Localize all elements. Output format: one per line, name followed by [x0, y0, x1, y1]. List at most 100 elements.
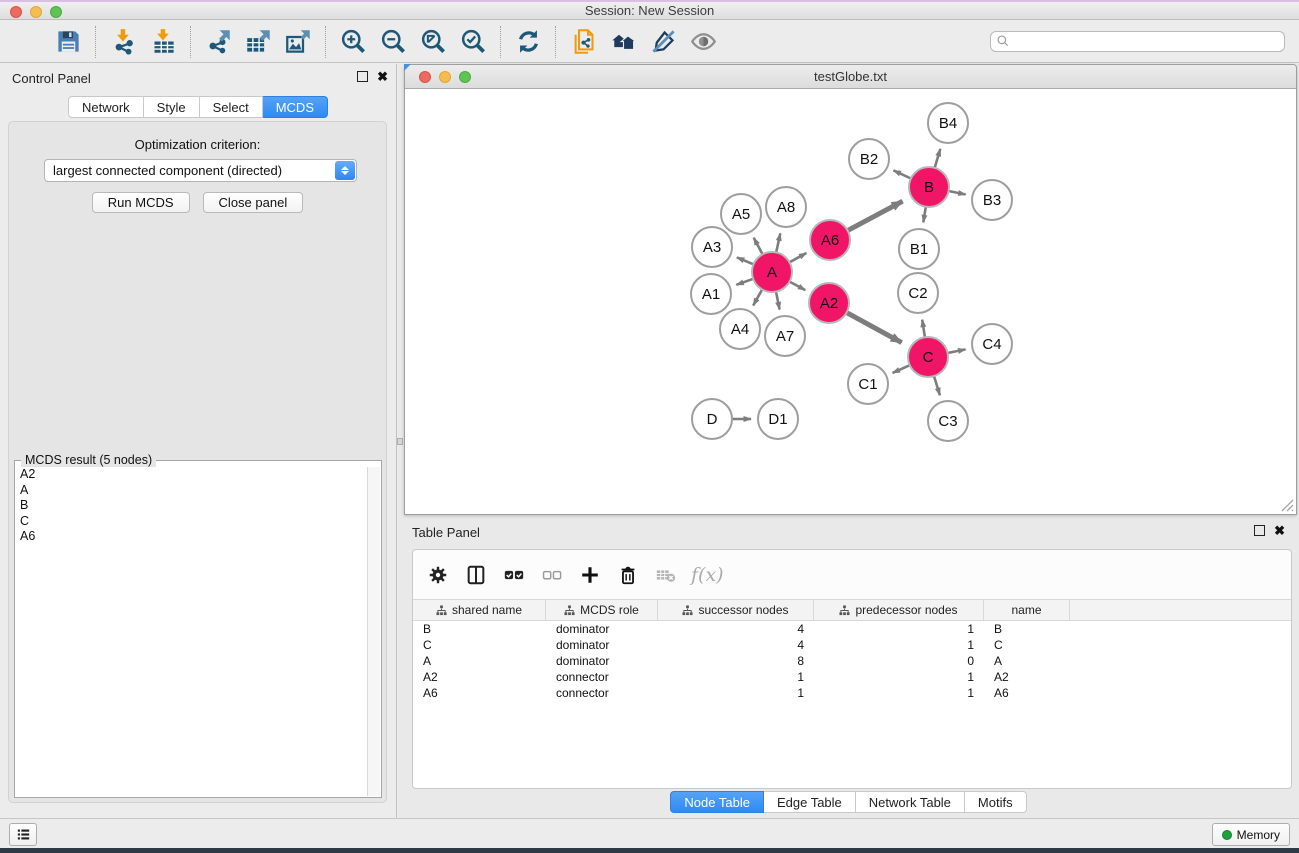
- export-image-button[interactable]: [278, 25, 318, 59]
- network-canvas[interactable]: AA1A2A3A4A5A6A7A8BB1B2B3B4CC1C2C3C4DD1: [405, 89, 1296, 514]
- node-D[interactable]: D: [692, 399, 732, 439]
- import-table-button[interactable]: [143, 25, 183, 59]
- table-row[interactable]: Bdominator41B: [413, 621, 1291, 637]
- table-row[interactable]: Cdominator41C: [413, 637, 1291, 653]
- column-header-successor-nodes[interactable]: successor nodes: [658, 600, 814, 620]
- node-A4[interactable]: A4: [720, 309, 760, 349]
- mcds-result-item[interactable]: B: [16, 498, 367, 514]
- close-window-button[interactable]: [10, 6, 22, 18]
- tab-edge-table[interactable]: Edge Table: [764, 791, 856, 813]
- node-D1[interactable]: D1: [758, 399, 798, 439]
- edge-B-B3[interactable]: [949, 191, 966, 195]
- edge-C-C1[interactable]: [893, 365, 910, 373]
- tab-style[interactable]: Style: [144, 96, 200, 118]
- close-panel-button[interactable]: Close panel: [203, 192, 304, 213]
- edge-A-A3[interactable]: [737, 257, 754, 264]
- result-scrollbar[interactable]: [367, 467, 380, 796]
- tab-mcds[interactable]: MCDS: [263, 96, 328, 118]
- node-B[interactable]: B: [909, 167, 949, 207]
- node-A6[interactable]: A6: [810, 220, 850, 260]
- node-B4[interactable]: B4: [928, 103, 968, 143]
- save-session-button[interactable]: [48, 25, 88, 59]
- column-header-predecessor-nodes[interactable]: predecessor nodes: [814, 600, 984, 620]
- export-table-button[interactable]: [238, 25, 278, 59]
- show-graphics-details-button[interactable]: [683, 25, 723, 59]
- run-mcds-button[interactable]: Run MCDS: [92, 192, 190, 213]
- criterion-select[interactable]: largest connected component (directed): [44, 159, 357, 182]
- close-table-panel-icon[interactable]: ✖: [1274, 525, 1285, 536]
- edge-A-A2[interactable]: [790, 282, 806, 291]
- minimize-window-button[interactable]: [30, 6, 42, 18]
- add-column-button[interactable]: [575, 560, 605, 590]
- tab-network[interactable]: Network: [68, 96, 144, 118]
- mcds-result-item[interactable]: A2: [16, 467, 367, 483]
- export-network-button[interactable]: [198, 25, 238, 59]
- node-A2[interactable]: A2: [809, 283, 849, 323]
- net-close-button[interactable]: [419, 71, 431, 83]
- node-C2[interactable]: C2: [898, 273, 938, 313]
- table-row[interactable]: A2connector11A2: [413, 669, 1291, 685]
- node-A[interactable]: A: [752, 252, 792, 292]
- maximize-window-button[interactable]: [50, 6, 62, 18]
- column-header-MCDS-role[interactable]: MCDS role: [546, 600, 658, 620]
- edge-B-B1[interactable]: [923, 207, 926, 223]
- node-A1[interactable]: A1: [691, 274, 731, 314]
- tab-node-table[interactable]: Node Table: [670, 791, 764, 813]
- mcds-result-item[interactable]: C: [16, 514, 367, 530]
- select-all-columns-button[interactable]: [499, 560, 529, 590]
- edge-A-A6[interactable]: [790, 253, 807, 262]
- edge-A-A1[interactable]: [736, 279, 753, 285]
- mcds-result-item[interactable]: A6: [16, 529, 367, 545]
- node-A8[interactable]: A8: [766, 187, 806, 227]
- tab-motifs[interactable]: Motifs: [965, 791, 1027, 813]
- refresh-view-button[interactable]: [508, 25, 548, 59]
- edge-A-A4[interactable]: [753, 289, 762, 305]
- resize-grip-icon[interactable]: [1281, 499, 1294, 512]
- network-window-titlebar[interactable]: testGlobe.txt: [405, 65, 1296, 89]
- task-history-button[interactable]: [9, 823, 37, 846]
- hide-annotations-button[interactable]: [643, 25, 683, 59]
- home-browser-button[interactable]: [603, 25, 643, 59]
- copy-network-button[interactable]: [563, 25, 603, 59]
- net-minimize-button[interactable]: [439, 71, 451, 83]
- node-A7[interactable]: A7: [765, 316, 805, 356]
- edge-C-C2[interactable]: [922, 320, 925, 338]
- delete-table-button[interactable]: [651, 560, 681, 590]
- delete-column-button[interactable]: [613, 560, 643, 590]
- tab-select[interactable]: Select: [200, 96, 263, 118]
- column-header-shared-name[interactable]: shared name: [413, 600, 546, 620]
- table-row[interactable]: A6connector11A6: [413, 685, 1291, 701]
- open-session-button[interactable]: [8, 25, 48, 59]
- memory-button[interactable]: Memory: [1212, 823, 1290, 846]
- node-A5[interactable]: A5: [721, 194, 761, 234]
- float-table-panel-icon[interactable]: [1254, 525, 1265, 536]
- zoom-selected-button[interactable]: [453, 25, 493, 59]
- net-maximize-button[interactable]: [459, 71, 471, 83]
- node-B2[interactable]: B2: [849, 139, 889, 179]
- edge-A-A5[interactable]: [754, 238, 763, 255]
- node-B1[interactable]: B1: [899, 229, 939, 269]
- table-settings-button[interactable]: [423, 560, 453, 590]
- edge-A-A7[interactable]: [776, 292, 780, 310]
- edge-B-B2[interactable]: [894, 170, 911, 178]
- close-panel-icon[interactable]: ✖: [377, 71, 388, 82]
- node-A3[interactable]: A3: [692, 227, 732, 267]
- column-header-name[interactable]: name: [984, 600, 1070, 620]
- network-canvas-area[interactable]: AA1A2A3A4A5A6A7A8BB1B2B3B4CC1C2C3C4DD1: [405, 89, 1296, 514]
- edge-B-B4[interactable]: [935, 149, 941, 168]
- node-C[interactable]: C: [908, 337, 948, 377]
- edge-A6-B[interactable]: [848, 201, 903, 230]
- show-columns-button[interactable]: [461, 560, 491, 590]
- zoom-fit-button[interactable]: [413, 25, 453, 59]
- edge-C-C3[interactable]: [934, 376, 940, 395]
- mcds-result-item[interactable]: A: [16, 483, 367, 499]
- function-builder-button[interactable]: f(x): [691, 564, 724, 586]
- node-C3[interactable]: C3: [928, 401, 968, 441]
- float-panel-icon[interactable]: [357, 71, 368, 82]
- zoom-in-button[interactable]: [333, 25, 373, 59]
- zoom-out-button[interactable]: [373, 25, 413, 59]
- table-row[interactable]: Adominator80A: [413, 653, 1291, 669]
- deselect-all-columns-button[interactable]: [537, 560, 567, 590]
- edge-C-C4[interactable]: [948, 349, 966, 353]
- node-B3[interactable]: B3: [972, 180, 1012, 220]
